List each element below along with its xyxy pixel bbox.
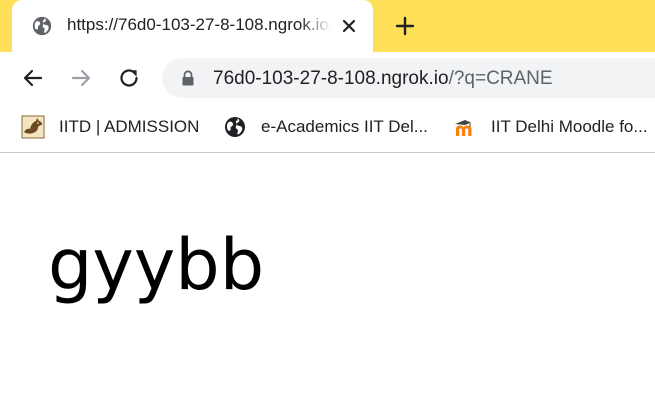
address-bar[interactable]: 76d0-103-27-8-108.ngrok.io/?q=CRANE xyxy=(162,58,655,98)
bookmark-label: IIT Delhi Moodle fo... xyxy=(491,117,648,136)
url-text[interactable]: 76d0-103-27-8-108.ngrok.io/?q=CRANE xyxy=(213,68,553,90)
forward-arrow-icon[interactable] xyxy=(69,66,93,90)
url-path: /?q=CRANE xyxy=(448,68,553,89)
globe-icon xyxy=(32,16,52,36)
lock-icon[interactable] xyxy=(180,70,196,86)
bookmarks-bar: IITD | ADMISSION e-Academics IIT Del... … xyxy=(0,104,655,153)
page-text: gyybb xyxy=(48,224,265,306)
reload-icon[interactable] xyxy=(117,66,141,90)
bookmark-label: e-Academics IIT Del... xyxy=(261,117,428,136)
moodle-icon xyxy=(455,120,472,136)
back-arrow-icon[interactable] xyxy=(21,66,45,90)
bookmark-label: IITD | ADMISSION xyxy=(59,117,200,136)
browser-toolbar: 76d0-103-27-8-108.ngrok.io/?q=CRANE xyxy=(0,52,655,104)
close-icon[interactable] xyxy=(340,17,358,35)
tab-strip: https://76d0-103-27-8-108.ngrok.io/?q=CR… xyxy=(0,0,655,52)
globe-icon xyxy=(225,117,245,137)
tomcat-icon xyxy=(21,115,45,139)
url-host: 76d0-103-27-8-108.ngrok.io xyxy=(213,68,449,89)
page-content: gyybb xyxy=(0,153,655,419)
new-tab-plus-icon[interactable] xyxy=(393,14,417,38)
tab-title: https://76d0-103-27-8-108.ngrok.io/?q=CR… xyxy=(67,15,331,34)
browser-tab[interactable]: https://76d0-103-27-8-108.ngrok.io/?q=CR… xyxy=(12,0,373,52)
